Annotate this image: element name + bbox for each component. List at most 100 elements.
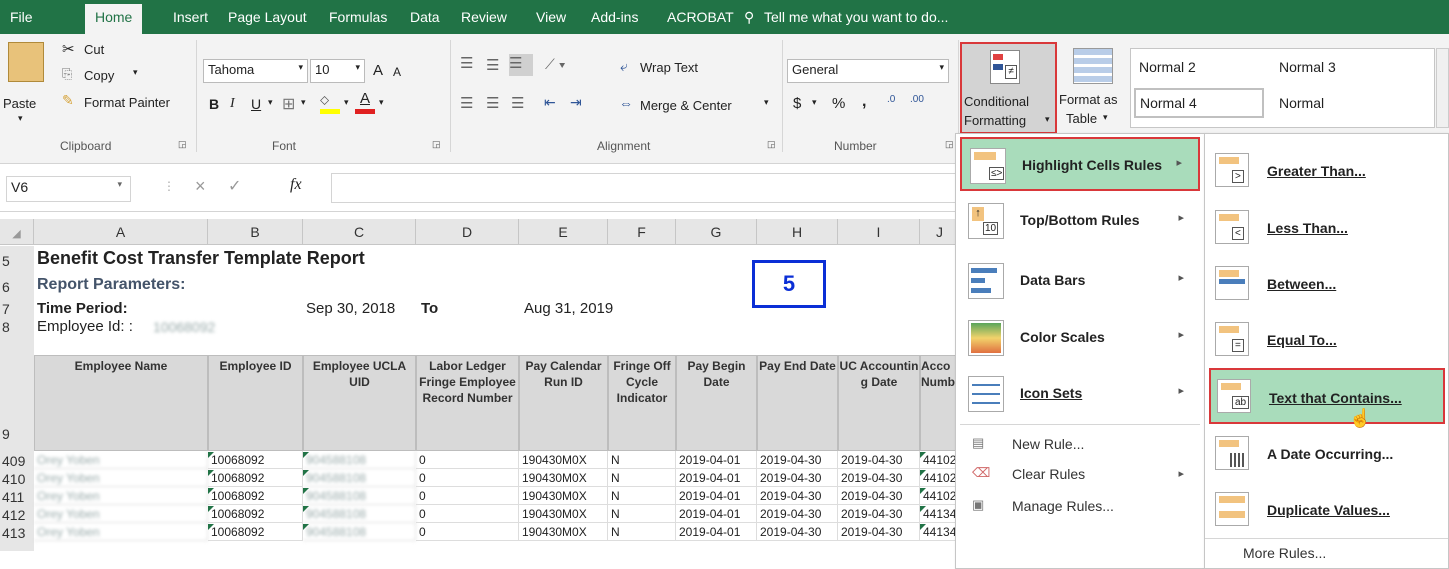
formula-input[interactable] (331, 173, 956, 203)
menu-item-clear-rules[interactable]: ⌫ Clear Rules ▸ (960, 459, 1200, 489)
time-period-label[interactable]: Time Period: (34, 300, 304, 318)
alignment-launcher-icon[interactable]: ◲ (767, 139, 776, 150)
table-cell[interactable]: 2019-04-30 (757, 469, 838, 487)
report-title[interactable]: Benefit Cost Transfer Template Report (34, 246, 520, 272)
table-cell[interactable]: 904588108 (303, 469, 416, 487)
table-cell[interactable]: 190430M0X (519, 523, 608, 541)
column-header[interactable]: I (838, 219, 920, 245)
format-painter-button[interactable]: Format Painter (84, 95, 170, 110)
table-cell[interactable]: 2019-04-01 (676, 451, 757, 469)
table-cell[interactable]: 904588108 (303, 487, 416, 505)
header-cell[interactable]: Fringe Off Cycle Indicator (608, 355, 676, 451)
decrease-indent-icon[interactable]: ⇤ (544, 94, 556, 111)
header-cell[interactable]: Labor Ledger Fringe Employee Record Numb… (416, 355, 519, 451)
table-cell[interactable]: 2019-04-30 (838, 523, 920, 541)
column-header[interactable]: B (208, 219, 303, 245)
employee-id-label[interactable]: Employee Id: : (34, 318, 144, 336)
currency-button[interactable]: $ (793, 95, 801, 112)
align-center-icon[interactable]: ☰ (486, 94, 499, 112)
number-format-select[interactable]: General ▾ (787, 59, 949, 83)
enter-formula-button[interactable]: ✓ (228, 176, 241, 196)
table-cell[interactable]: 2019-04-01 (676, 469, 757, 487)
orientation-icon[interactable]: ⟋ ▾ (545, 56, 566, 73)
submenu-item-between[interactable]: Between... (1209, 256, 1445, 312)
header-cell[interactable]: Employee Name (34, 355, 208, 451)
column-header[interactable]: A (34, 219, 208, 245)
align-left-icon[interactable]: ☰ (460, 94, 473, 112)
row-header[interactable]: 8 (0, 318, 34, 336)
tab-acrobat[interactable]: ACROBAT (667, 9, 734, 25)
table-cell[interactable]: 2019-04-01 (676, 523, 757, 541)
submenu-item-greater-than[interactable]: > Greater Than... (1209, 143, 1445, 199)
grow-font-button[interactable]: A (373, 62, 383, 79)
select-all-corner[interactable]: ◢ (0, 219, 34, 245)
table-cell[interactable]: 2019-04-30 (838, 451, 920, 469)
wrap-text-icon[interactable]: ⤶ (620, 58, 628, 75)
submenu-item-duplicate-values[interactable]: Duplicate Values... (1209, 482, 1445, 538)
chevron-down-icon[interactable]: ▾ (268, 97, 273, 108)
italic-button[interactable]: I (230, 96, 235, 112)
table-cell[interactable]: 10068092 (208, 505, 303, 523)
wrap-text-button[interactable]: Wrap Text (640, 60, 698, 75)
table-cell[interactable]: 10068092 (208, 469, 303, 487)
menu-item-top-bottom-rules[interactable]: ↑ 10 Top/Bottom Rules ▸ (960, 194, 1200, 248)
submenu-item-equal-to[interactable]: = Equal To... (1209, 312, 1445, 368)
row-header[interactable]: 5 (0, 246, 34, 272)
column-header[interactable]: J (920, 219, 960, 245)
decrease-decimal-button[interactable]: .00 (910, 94, 924, 105)
align-top-icon[interactable]: ☰ (460, 54, 473, 72)
column-header[interactable]: D (416, 219, 519, 245)
header-cell[interactable]: Employee ID (208, 355, 303, 451)
menu-item-new-rule[interactable]: ▤ New Rule... (960, 429, 1200, 459)
table-cell[interactable]: 2019-04-30 (838, 505, 920, 523)
table-cell[interactable]: 0 (416, 523, 519, 541)
more-rules-item[interactable]: More Rules... (1243, 545, 1326, 561)
paste-icon[interactable] (8, 42, 44, 82)
style-normal-4[interactable]: Normal 4 (1134, 88, 1264, 118)
tab-review[interactable]: Review (461, 9, 507, 25)
header-cell[interactable]: Pay Begin Date (676, 355, 757, 451)
clipboard-launcher-icon[interactable]: ◲ (178, 139, 187, 150)
table-cell[interactable]: 904588108 (303, 505, 416, 523)
chevron-down-icon[interactable]: ▾ (812, 97, 817, 108)
column-header[interactable]: F (608, 219, 676, 245)
increase-indent-icon[interactable]: ⇥ (570, 94, 582, 111)
conditional-formatting-button[interactable]: ≠ Conditional Formatting ▾ (960, 42, 1057, 134)
employee-id-value[interactable]: 10068092 (150, 319, 240, 337)
menu-item-color-scales[interactable]: Color Scales ▸ (960, 311, 1200, 365)
row-header[interactable]: 6 (0, 272, 34, 300)
table-cell[interactable]: 190430M0X (519, 505, 608, 523)
tab-page-layout[interactable]: Page Layout (228, 9, 307, 25)
table-cell[interactable]: 2019-04-01 (676, 505, 757, 523)
table-cell[interactable]: 2019-04-01 (676, 487, 757, 505)
table-cell[interactable]: 190430M0X (519, 451, 608, 469)
tab-insert[interactable]: Insert (173, 9, 208, 25)
table-cell[interactable]: Orey Yoben (34, 505, 208, 523)
column-header[interactable]: E (519, 219, 608, 245)
table-cell[interactable]: 10068092 (208, 451, 303, 469)
borders-icon[interactable]: ⊞ (282, 94, 295, 114)
row-header[interactable]: 412 (0, 505, 34, 523)
column-header[interactable]: H (757, 219, 838, 245)
copy-icon[interactable]: ⎘ (62, 66, 72, 82)
table-cell[interactable]: 904588108 (303, 451, 416, 469)
table-cell[interactable]: 2019-04-30 (757, 451, 838, 469)
header-cell[interactable]: Acco Numb (920, 355, 960, 451)
menu-item-highlight-cells-rules[interactable]: ≤> Highlight Cells Rules ▸ (960, 137, 1200, 191)
shrink-font-button[interactable]: A (393, 65, 401, 79)
header-cell[interactable]: Pay Calendar Run ID (519, 355, 608, 451)
number-launcher-icon[interactable]: ◲ (945, 139, 954, 150)
merge-center-button[interactable]: Merge & Center (640, 98, 732, 113)
submenu-item-text-contains[interactable]: ab Text that Contains... ☝ (1209, 368, 1445, 428)
table-cell[interactable]: 904588108 (303, 523, 416, 541)
paste-dropdown-icon[interactable]: ▾ (18, 113, 23, 124)
increase-decimal-button[interactable]: .0 (887, 94, 895, 105)
style-normal[interactable]: Normal (1279, 95, 1324, 111)
percent-button[interactable]: % (832, 95, 845, 112)
paste-button[interactable]: Paste (3, 96, 36, 111)
format-as-table-label-1[interactable]: Format as (1059, 92, 1118, 107)
column-header[interactable]: C (303, 219, 416, 245)
table-cell[interactable]: 2019-04-30 (757, 523, 838, 541)
table-cell[interactable]: N (608, 505, 676, 523)
cancel-formula-button[interactable]: × (195, 176, 206, 197)
